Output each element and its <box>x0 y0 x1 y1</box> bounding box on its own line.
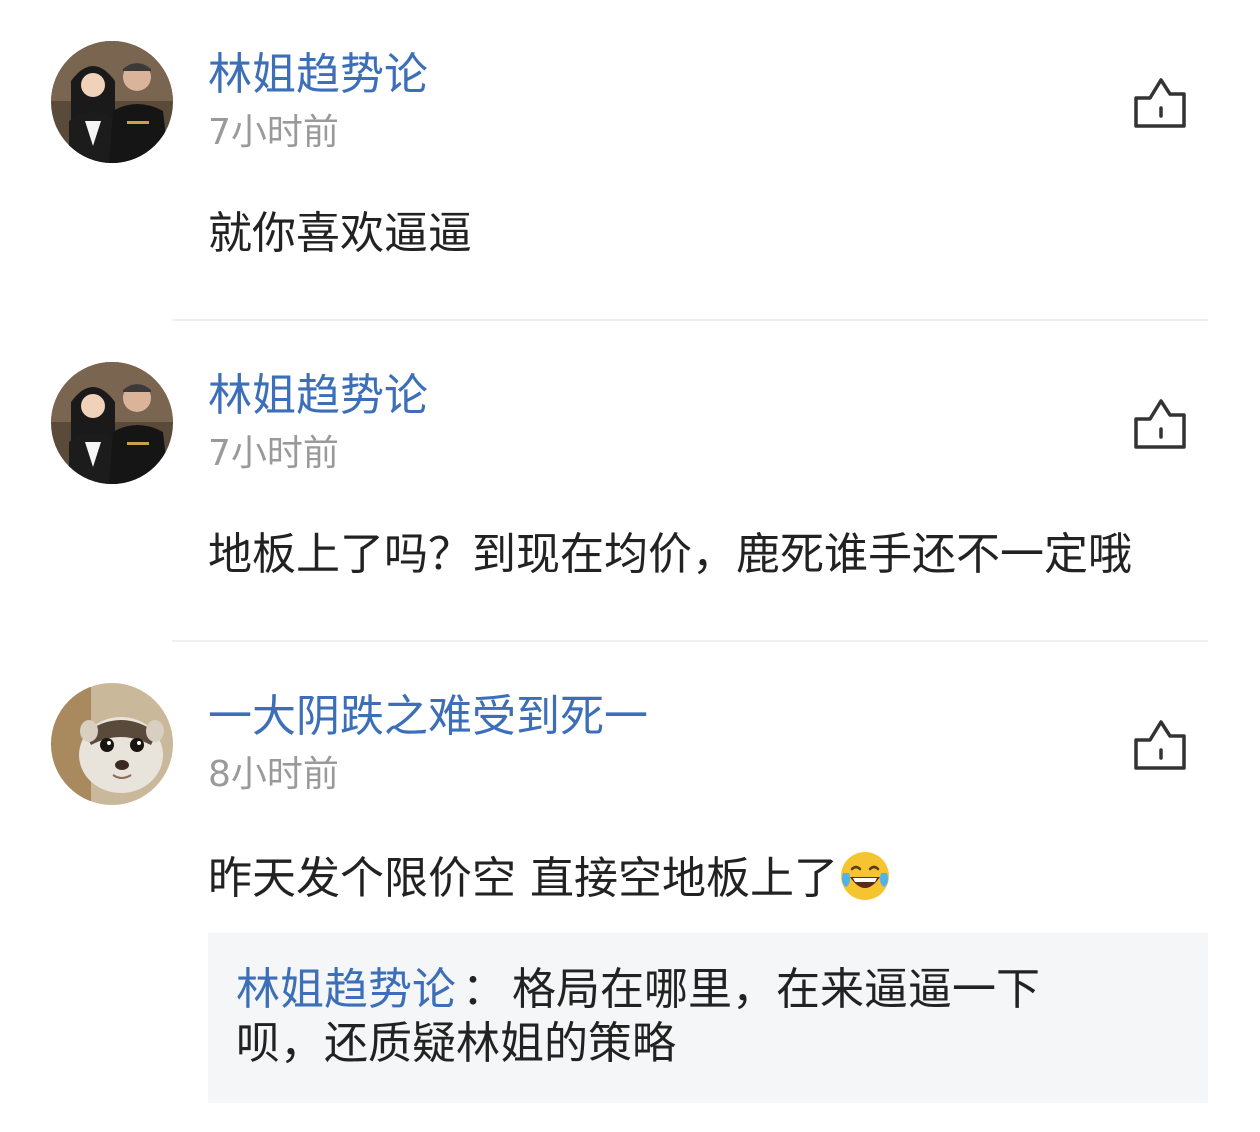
avatar-photo-icon <box>51 41 173 163</box>
reply-body-line1: 格局在哪里，在来逼逼一下 <box>512 964 1040 1015</box>
comment-timestamp: 7小时前 <box>208 112 339 153</box>
laughing-with-tears-emoji-icon <box>841 852 889 900</box>
comment-username[interactable]: 林姐趋势论 <box>208 371 428 421</box>
ferret-avatar-photo-icon <box>51 683 173 805</box>
reply-author[interactable]: 林姐趋势论 <box>236 964 456 1015</box>
avatar-photo-icon <box>51 362 173 484</box>
comment-username[interactable]: 林姐趋势论 <box>208 50 428 100</box>
reply-body-line2: 呗，还质疑林姐的策略 <box>236 1018 676 1069</box>
thumbs-up-icon <box>1134 78 1186 128</box>
comment-text: 地板上了吗？到现在均价，鹿死谁手还不一定哦 <box>208 529 1132 580</box>
like-button[interactable] <box>1130 395 1190 455</box>
comment-username[interactable]: 一大阴跌之难受到死一 <box>208 692 648 742</box>
user-avatar[interactable] <box>51 41 173 163</box>
like-button[interactable] <box>1130 716 1190 776</box>
thumbs-up-icon <box>1134 720 1186 770</box>
divider <box>172 319 1208 321</box>
user-avatar[interactable] <box>51 683 173 805</box>
comment-text-row: 昨天发个限价空 直接空地板上了 <box>208 849 892 906</box>
reply-separator: ： <box>462 964 506 1015</box>
comment-timestamp: 7小时前 <box>208 433 339 474</box>
comment-text: 昨天发个限价空 直接空地板上了 <box>208 853 838 904</box>
reply-text: 林姐趋势论：格局在哪里，在来逼逼一下 呗，还质疑林姐的策略 <box>236 963 1136 1071</box>
divider <box>172 640 1208 642</box>
comment-text: 就你喜欢逼逼 <box>208 208 472 259</box>
reply-box[interactable]: 林姐趋势论：格局在哪里，在来逼逼一下 呗，还质疑林姐的策略 <box>208 933 1208 1103</box>
thumbs-up-icon <box>1134 399 1186 449</box>
comment-timestamp: 8小时前 <box>208 754 339 795</box>
user-avatar[interactable] <box>51 362 173 484</box>
like-button[interactable] <box>1130 74 1190 134</box>
